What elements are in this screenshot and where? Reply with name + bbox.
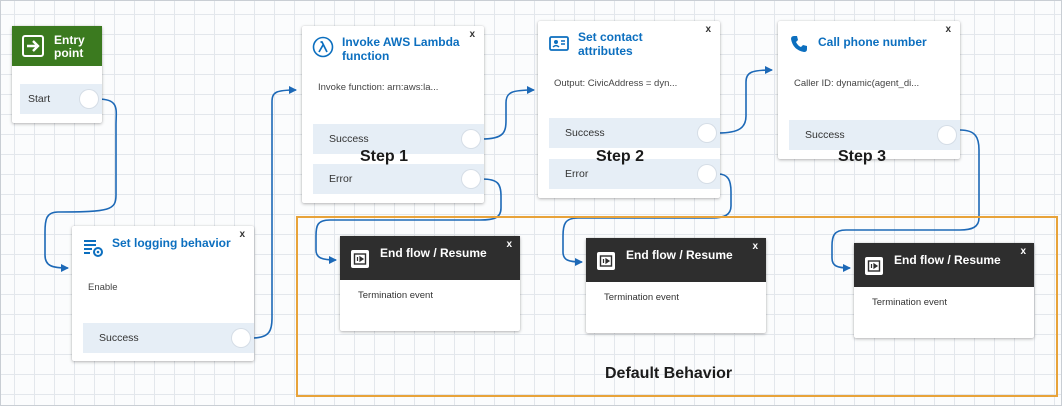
flow-canvas[interactable]: Entry point Start Set logging behavior x… [0,0,1062,406]
phone-header: Call phone number x [778,21,960,63]
step-1-label: Step 1 [360,148,409,165]
logging-header: Set logging behavior x [72,226,254,268]
logging-success-connector[interactable] [232,329,250,347]
start-port[interactable]: Start [20,84,102,114]
phone-success-label: Success [805,129,845,141]
end-flow-1-description: Termination event [358,290,433,301]
logging-title: Set logging behavior [112,236,231,250]
step-2-label: Step 2 [596,148,645,165]
call-phone-number-block[interactable]: Call phone number x Caller ID: dynamic(a… [778,21,960,159]
set-contact-attributes-block[interactable]: Set contact attributes x Output: CivicAd… [538,21,720,198]
wire-lambda-success-to-contact [481,86,535,140]
lambda-error-connector[interactable] [462,170,480,188]
lambda-success-connector[interactable] [462,130,480,148]
entry-point-header: Entry point [12,26,102,66]
end-flow-icon [597,252,615,270]
end-flow-3-description: Termination event [872,297,947,308]
end-flow-icon [865,257,883,275]
end-flow-2-description: Termination event [604,292,679,303]
set-logging-behavior-block[interactable]: Set logging behavior x Enable Success [72,226,254,361]
default-behavior-label: Default Behavior [605,365,733,382]
end-flow-2-close-button[interactable]: x [752,241,758,252]
end-flow-1-title: End flow / Resume [380,246,487,260]
contact-success-label: Success [565,127,605,139]
start-connector[interactable] [80,90,98,108]
lambda-title: Invoke AWS Lambda function [342,35,460,63]
end-flow-icon [351,250,369,268]
arrow-right-icon [22,35,44,57]
contact-error-label: Error [565,168,589,180]
end-flow-block-1[interactable]: End flow / Resume x Termination event [340,236,520,331]
lambda-icon [312,36,334,58]
logging-success-label: Success [99,332,139,344]
contact-title: Set contact attributes [578,30,643,58]
end-flow-block-2[interactable]: End flow / Resume x Termination event [586,238,766,333]
phone-description: Caller ID: dynamic(agent_di... [794,78,920,89]
phone-success-connector[interactable] [938,126,956,144]
contact-success-port[interactable]: Success [549,118,720,148]
wire-contact-success-to-phone [717,66,773,134]
end-flow-3-close-button[interactable]: x [1020,246,1026,257]
phone-success-port[interactable]: Success [789,120,960,150]
contact-header: Set contact attributes x [538,21,720,63]
phone-title: Call phone number [818,35,927,49]
entry-point-block[interactable]: Entry point Start [12,26,102,123]
end-flow-2-title: End flow / Resume [626,248,733,262]
logging-success-port[interactable]: Success [83,323,254,353]
lambda-error-port[interactable]: Error [313,164,484,194]
invoke-lambda-block[interactable]: Invoke AWS Lambda function x Invoke func… [302,26,484,203]
lambda-description: Invoke function: arn:aws:la... [318,82,439,93]
phone-close-button[interactable]: x [945,24,951,35]
entry-point-title: Entry point [54,33,85,60]
contact-error-connector[interactable] [698,165,716,183]
contact-close-button[interactable]: x [705,24,711,35]
wire-logging-to-lambda [251,86,297,339]
step-3-label: Step 3 [838,148,887,165]
phone-icon [791,36,807,52]
contact-success-connector[interactable] [698,124,716,142]
end-flow-3-title: End flow / Resume [894,253,1001,267]
lambda-header: Invoke AWS Lambda function x [302,26,484,68]
logging-close-button[interactable]: x [239,229,245,240]
lambda-close-button[interactable]: x [469,29,475,40]
start-port-label: Start [28,93,51,105]
logging-settings-icon [84,240,103,257]
logging-description: Enable [88,282,118,293]
lambda-error-label: Error [329,173,353,185]
contact-description: Output: CivicAddress = dyn... [554,78,678,89]
lambda-success-label: Success [329,133,369,145]
contact-card-icon [549,36,569,51]
end-flow-1-close-button[interactable]: x [506,239,512,250]
end-flow-block-3[interactable]: End flow / Resume x Termination event [854,243,1034,338]
